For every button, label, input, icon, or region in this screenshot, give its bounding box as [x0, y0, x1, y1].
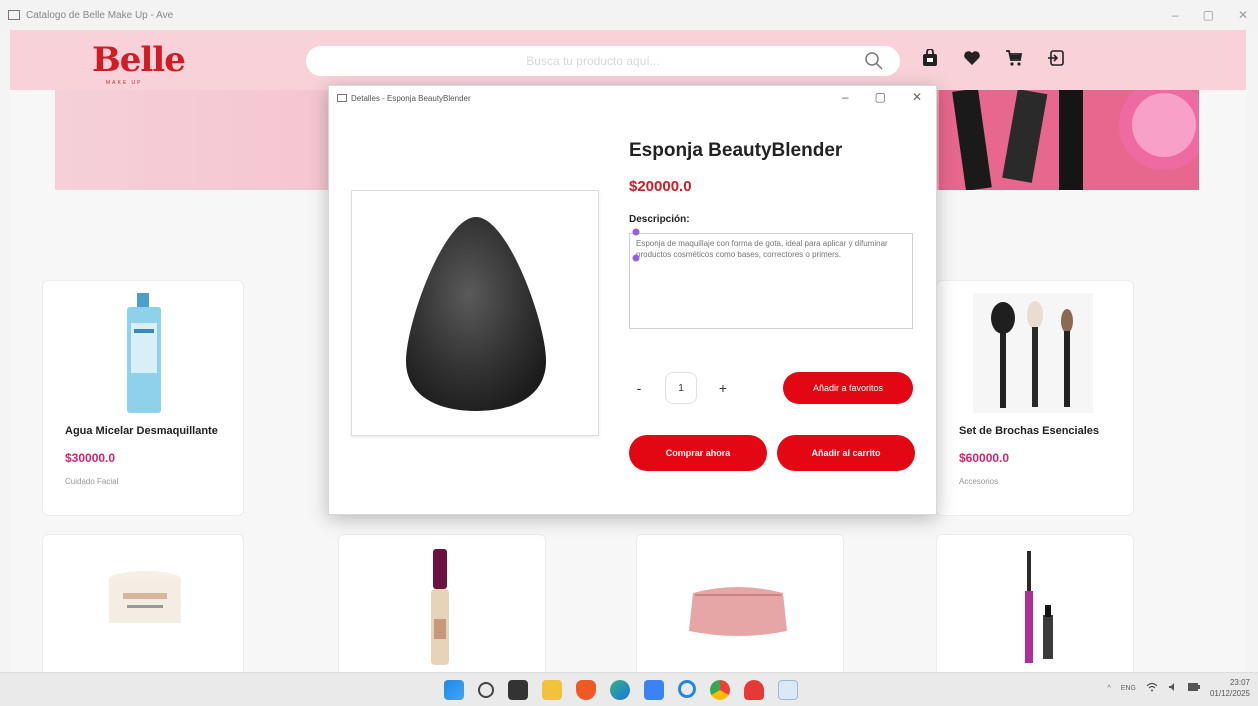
task-view-icon[interactable]: [508, 680, 528, 700]
product-price: $20000.0: [629, 178, 692, 195]
clock[interactable]: 23:07 01/12/2025: [1210, 677, 1250, 699]
product-card[interactable]: [338, 534, 546, 672]
dialog-minimize-icon[interactable]: –: [842, 90, 849, 104]
product-price: $60000.0: [959, 451, 1010, 465]
window-controls: – ▢ ✕: [1172, 0, 1248, 30]
cart-icon[interactable]: [1004, 48, 1024, 68]
header-icons: [920, 48, 1066, 68]
taskbar: ^ ENG 23:07 01/12/2025: [0, 672, 1258, 706]
product-card[interactable]: Set de Brochas Esenciales $60000.0 Acces…: [936, 280, 1134, 516]
product-name: Agua Micelar Desmaquillante: [65, 425, 218, 437]
product-image-frame: [351, 190, 599, 436]
quantity-increase-button[interactable]: +: [713, 376, 733, 400]
product-price: $30000.0: [65, 451, 116, 465]
dialog-maximize-icon[interactable]: ▢: [875, 90, 886, 104]
banner-image: [939, 90, 1199, 190]
app-icon: [8, 10, 20, 20]
product-card[interactable]: [936, 534, 1134, 672]
product-image: [973, 293, 1093, 413]
dialog-window-controls: – ▢ ✕: [842, 90, 922, 104]
product-detail-dialog: Detalles - Esponja BeautyBlender – ▢ ✕ E…: [328, 85, 937, 515]
close-icon[interactable]: ✕: [1238, 8, 1248, 22]
store-icon[interactable]: [644, 680, 664, 700]
maximize-icon[interactable]: ▢: [1203, 8, 1214, 22]
minimize-icon[interactable]: –: [1172, 8, 1179, 22]
brave-browser-icon[interactable]: [576, 680, 596, 700]
app-icon-red[interactable]: [744, 680, 764, 700]
clock-date: 01/12/2025: [1209, 689, 1250, 698]
language-indicator[interactable]: ENG: [1121, 685, 1136, 692]
product-category: Accesorios: [959, 477, 999, 486]
file-explorer-icon[interactable]: [542, 680, 562, 700]
product-image: [689, 587, 787, 636]
search-input[interactable]: [322, 54, 864, 68]
search-taskbar-icon[interactable]: [478, 682, 494, 698]
product-image: [431, 549, 449, 665]
add-to-cart-button[interactable]: Añadir al carrito: [777, 435, 915, 471]
shopping-bag-icon[interactable]: [920, 48, 940, 68]
logout-icon[interactable]: [1046, 48, 1066, 68]
windows-start-icon[interactable]: [444, 680, 464, 700]
product-card[interactable]: Agua Micelar Desmaquillante $30000.0 Cui…: [42, 280, 244, 516]
product-image: [1025, 551, 1053, 663]
search-bar: [306, 46, 900, 76]
dialog-close-icon[interactable]: ✕: [912, 90, 922, 104]
product-card[interactable]: [42, 534, 244, 672]
quantity-input[interactable]: [665, 372, 697, 404]
product-name: Set de Brochas Esenciales: [959, 425, 1100, 437]
wifi-icon[interactable]: [1146, 682, 1158, 694]
product-title: Esponja BeautyBlender: [629, 140, 843, 161]
logo-subtitle: MAKE UP: [106, 80, 143, 86]
dialog-app-icon: [337, 94, 347, 102]
buy-now-button[interactable]: Comprar ahora: [629, 435, 767, 471]
volume-icon[interactable]: [1168, 682, 1178, 694]
belle-logo[interactable]: Belle: [92, 40, 186, 80]
clock-time: 23:07: [1229, 678, 1250, 687]
beautyblender-image: [406, 217, 546, 411]
window-titlebar: Catalogo de Belle Make Up - Ave – ▢ ✕: [0, 0, 1258, 30]
add-to-favorites-button[interactable]: Añadir a favoritos: [783, 372, 913, 404]
product-image: [109, 571, 181, 623]
description-label: Descripción:: [629, 214, 690, 225]
heart-icon[interactable]: [962, 48, 982, 68]
description-textarea[interactable]: Esponja de maquillaje con forma de gota,…: [629, 233, 913, 329]
quantity-stepper: - +: [629, 372, 733, 404]
selection-handle-icon: [632, 228, 640, 262]
product-card[interactable]: [636, 534, 844, 672]
app-icon-blue-ring[interactable]: [678, 680, 696, 698]
dialog-title: Detalles - Esponja BeautyBlender: [351, 93, 471, 103]
search-icon[interactable]: [864, 51, 884, 71]
quantity-decrease-button[interactable]: -: [629, 376, 649, 400]
dialog-titlebar: Detalles - Esponja BeautyBlender – ▢ ✕: [329, 86, 936, 110]
window-title: Catalogo de Belle Make Up - Ave: [26, 9, 174, 21]
running-app-icon[interactable]: [778, 680, 798, 700]
chrome-icon[interactable]: [710, 680, 730, 700]
system-tray: ^ ENG 23:07 01/12/2025: [1107, 677, 1250, 699]
chevron-up-icon[interactable]: ^: [1107, 685, 1110, 692]
battery-icon[interactable]: [1187, 683, 1200, 693]
taskbar-apps: [444, 680, 798, 700]
product-category: Cuidado Facial: [65, 477, 119, 486]
edge-browser-icon[interactable]: [610, 680, 630, 700]
product-image: [127, 293, 161, 413]
header: Belle MAKE UP: [10, 30, 1246, 90]
